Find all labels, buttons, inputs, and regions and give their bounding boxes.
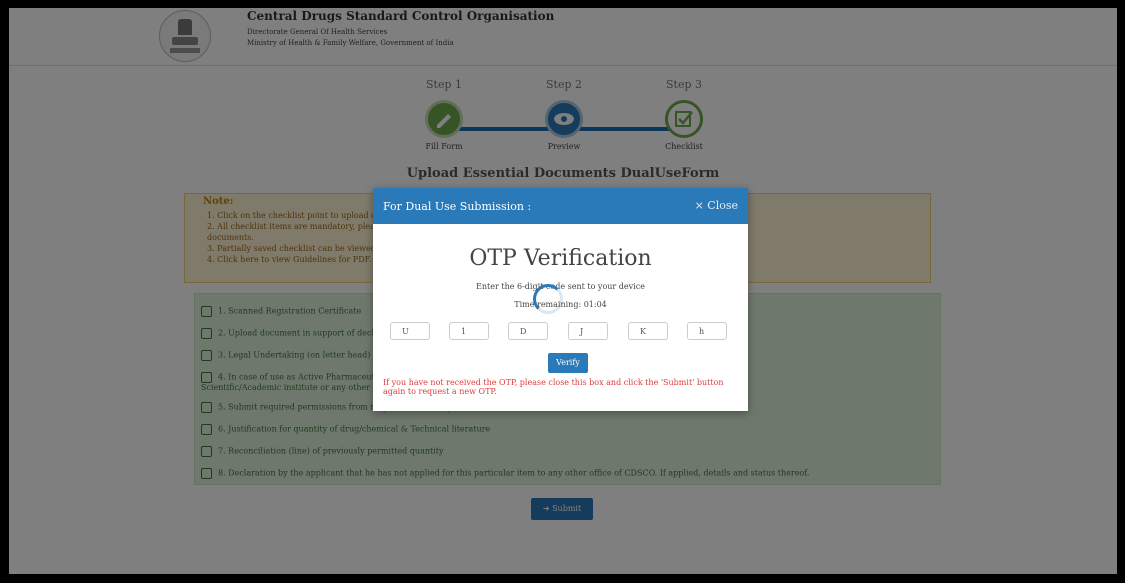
- otp-heading: OTP Verification: [469, 246, 652, 271]
- modal-header: For Dual Use Submission : × Close: [373, 188, 748, 224]
- close-button[interactable]: × Close: [695, 199, 738, 212]
- browser-frame: Central Drugs Standard Control Organisat…: [9, 8, 1117, 574]
- otp-digit-input[interactable]: D: [508, 322, 548, 340]
- verify-button[interactable]: Verify: [548, 353, 588, 373]
- otp-digit-input[interactable]: 1: [449, 322, 489, 340]
- modal-title: For Dual Use Submission :: [383, 200, 532, 213]
- otp-digit-input[interactable]: K: [628, 322, 668, 340]
- otp-digit-input[interactable]: h: [687, 322, 727, 340]
- otp-digit-input[interactable]: U: [390, 322, 430, 340]
- otp-modal: For Dual Use Submission : × Close OTP Ve…: [373, 188, 748, 411]
- otp-resend-message: If you have not received the OTP, please…: [383, 378, 724, 396]
- otp-digit-input[interactable]: J: [568, 322, 608, 340]
- otp-instruction: Enter the 6-digit code sent to your devi…: [476, 282, 645, 291]
- loading-spinner-icon: [533, 284, 563, 314]
- otp-timer: Time remaining: 01:04: [514, 300, 607, 309]
